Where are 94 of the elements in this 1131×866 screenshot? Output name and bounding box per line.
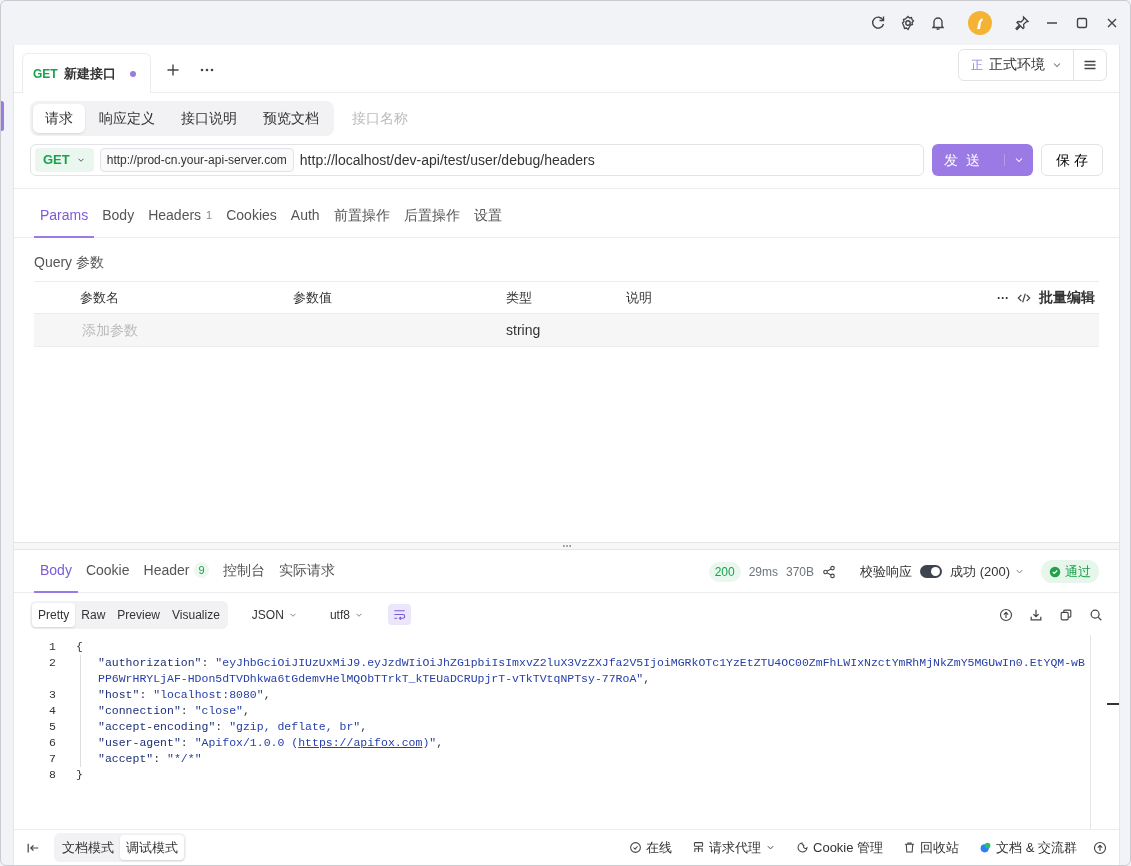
line-number: 3 xyxy=(48,686,57,703)
validate-toggle[interactable] xyxy=(920,565,943,578)
line-number: 2 xyxy=(48,654,57,671)
save-button[interactable]: 保 存 xyxy=(1041,144,1103,176)
param-name-field[interactable]: 添加参数 xyxy=(80,318,280,342)
column-header: 参数名 xyxy=(80,288,120,307)
count-label: 1 xyxy=(206,208,213,224)
batch-edit-link[interactable]: 批量编辑 xyxy=(1039,287,1095,308)
base-url[interactable]: http://prod-cn.your-api-server.com xyxy=(99,148,294,172)
tab[interactable]: 控制台 xyxy=(216,551,271,593)
encoding-select[interactable]: utf8 xyxy=(321,605,372,624)
tab[interactable]: Header 9 xyxy=(137,551,215,593)
status-code: 200 xyxy=(708,561,741,582)
code-line: { xyxy=(75,638,84,655)
status-bar-item[interactable]: Cookie 管理 xyxy=(786,837,894,858)
scroll-marker xyxy=(1107,702,1119,705)
view-mode-tab[interactable]: Raw xyxy=(75,602,112,627)
chat-icon xyxy=(979,841,993,854)
mode-tab[interactable]: 请求 xyxy=(33,104,85,133)
status-bar-item[interactable]: 在线 xyxy=(619,837,682,858)
code-line: "authorization": "eyJhbGciOiJIUzUxMiJ9.eyJzdWIiOiJhZG1pbiIsImxvZ2luX3VzZXJfa2V5IjoiMGRkOTc1YzEtZTU4OC00ZmFhLWIxNzctYmRhMjNkZmY5MGUwIn0.EtYQM-wBPP6WrHRYLjAF-HDon5dTVDhkwa6tGdemvHelMQObTTrkT_kTEUaDCRUpjrT-vTkTVtqNPTsy-77RoA", xyxy=(80,654,1090,687)
tab[interactable]: Cookies xyxy=(220,197,283,238)
wrap-toggle[interactable] xyxy=(387,604,411,625)
pin-icon[interactable] xyxy=(1014,15,1030,31)
tab[interactable]: Body xyxy=(96,197,141,238)
url-path[interactable]: http://localhost/dev-api/test/user/debug/headers xyxy=(299,149,920,171)
count-badge: 9 xyxy=(194,561,209,579)
share-icon[interactable] xyxy=(822,564,837,579)
bell-icon[interactable] xyxy=(930,15,946,31)
mode-switch[interactable]: 文档模式 xyxy=(56,834,120,861)
mode-tab[interactable]: 预览文档 xyxy=(251,104,331,133)
tab[interactable]: 前置操作 xyxy=(327,197,396,238)
line-number: 4 xyxy=(48,702,57,719)
code-line: "accept-encoding": "gzip, deflate, br", xyxy=(80,718,1090,735)
verdict-badge: 通过 xyxy=(1041,559,1099,584)
maximize-icon[interactable] xyxy=(1074,15,1090,31)
settings-icon[interactable] xyxy=(900,15,916,31)
code-line: } xyxy=(75,766,84,783)
line-number: 7 xyxy=(48,750,57,767)
view-mode-tab[interactable]: Visualize xyxy=(166,602,226,627)
line-number: 6 xyxy=(48,734,57,751)
tab[interactable]: 实际请求 xyxy=(272,551,341,593)
view-mode-tab[interactable]: Pretty xyxy=(32,602,76,627)
copy-icon[interactable] xyxy=(1059,607,1073,622)
result-select[interactable]: 成功 (200) xyxy=(950,561,1025,582)
more-button[interactable]: ··· xyxy=(997,288,1009,307)
mode-tab[interactable]: 响应定义 xyxy=(87,104,167,133)
mode-tab[interactable]: 接口说明 xyxy=(169,104,249,133)
code-line: "host": "localhost:8080", xyxy=(80,686,1090,703)
response-size: 370B xyxy=(786,563,815,581)
cookie-icon xyxy=(796,841,809,854)
refresh-icon[interactable] xyxy=(870,15,886,31)
environment-name: 正式环境 xyxy=(989,55,1045,74)
mode-switch[interactable]: 调试模式 xyxy=(120,834,184,861)
line-number: 5 xyxy=(48,718,57,735)
download-icon[interactable] xyxy=(1029,607,1043,622)
check-icon xyxy=(1049,565,1061,578)
upload-icon[interactable] xyxy=(999,607,1013,622)
line-number: 8 xyxy=(48,766,57,783)
status-bar-item[interactable]: 回收站 xyxy=(893,837,970,858)
view-mode-tab[interactable]: Preview xyxy=(111,602,167,627)
code-line: "user-agent": "Apifox/1.0.0 (https://apifox.com)", xyxy=(80,734,1090,751)
tab[interactable]: 后置操作 xyxy=(397,197,466,238)
validate-label: 校验响应 xyxy=(860,562,913,581)
format-select[interactable]: JSON xyxy=(243,605,306,624)
type-cell-text: string xyxy=(506,320,542,340)
code-line: "accept": "*/*" xyxy=(80,750,1090,767)
scroll-up-icon[interactable] xyxy=(1093,840,1107,855)
line-number: 1 xyxy=(48,638,57,655)
tab[interactable]: Params xyxy=(34,197,95,238)
column-header: 类型 xyxy=(506,288,533,307)
column-header: 参数值 xyxy=(293,288,333,307)
status-bar-item[interactable]: 请求代理 xyxy=(682,837,786,858)
wrap-icon xyxy=(391,607,407,622)
online-icon xyxy=(629,841,642,854)
method-label: GET xyxy=(43,151,70,170)
column-header: 说明 xyxy=(626,288,653,307)
document-tab[interactable]: GET 新建接口 xyxy=(22,53,151,93)
tab[interactable]: Body xyxy=(34,551,78,593)
trash-icon xyxy=(903,841,917,854)
section-title: Query 参数 xyxy=(33,253,105,272)
link[interactable]: https://apifox.com xyxy=(298,735,423,749)
tab-title: 新建接口 xyxy=(63,64,116,83)
tab[interactable]: Cookie xyxy=(79,551,136,593)
search-icon[interactable] xyxy=(1089,607,1103,622)
environment-initial: 正 xyxy=(971,56,983,74)
tab[interactable]: 设置 xyxy=(467,197,508,238)
tab[interactable]: Auth xyxy=(284,197,326,238)
network-icon xyxy=(692,841,705,854)
method-label: GET xyxy=(33,65,58,83)
response-time: 29ms xyxy=(748,563,778,581)
tab[interactable]: Headers 1 xyxy=(142,197,219,238)
code-line: "connection": "close", xyxy=(80,702,1090,719)
status-bar-item[interactable]: 文档 & 交流群 xyxy=(969,837,1087,858)
